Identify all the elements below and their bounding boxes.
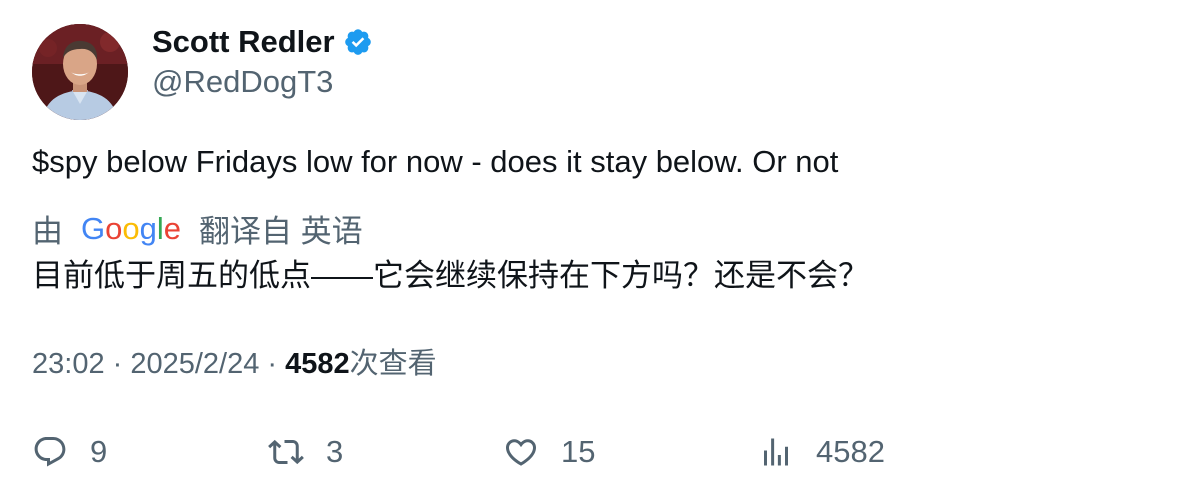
retweet-button[interactable]: 3 — [268, 430, 343, 474]
views-count: 4582 — [285, 348, 350, 380]
meta-separator: · — [104, 348, 131, 380]
like-button[interactable]: 15 — [503, 430, 595, 474]
svg-text:Google: Google — [81, 211, 181, 246]
verified-badge-icon[interactable] — [343, 27, 373, 57]
like-count: 15 — [561, 434, 596, 469]
avatar-photo — [32, 24, 128, 120]
reply-count: 9 — [90, 434, 108, 469]
view-count: 4582 — [816, 434, 885, 469]
translation-prefix: 由 — [32, 213, 63, 249]
views-button[interactable]: 4582 — [758, 430, 885, 474]
author-name[interactable]: Scott Redler — [152, 22, 335, 62]
heart-icon — [505, 439, 537, 466]
tweet-text: $spy below Fridays low for now - does it… — [32, 144, 839, 179]
reply-icon — [34, 437, 66, 467]
author-handle[interactable]: @RedDogT3 — [152, 62, 373, 102]
tweet-date[interactable]: 2025/2/24 — [130, 348, 259, 380]
retweet-icon — [268, 439, 304, 465]
translation-attribution: 由 Google 翻译自 英语 — [32, 206, 363, 250]
retweet-count: 3 — [326, 434, 344, 469]
analytics-icon — [764, 438, 788, 466]
meta-separator: · — [259, 348, 286, 380]
translation-source-label[interactable]: 翻译自 英语 — [199, 206, 363, 251]
tweet-meta: 23:02 · 2025/2/24 · 4582次查看 — [32, 344, 437, 384]
translated-text: 目前低于周五的低点——它会继续保持在下方吗？还是不会？ — [32, 258, 869, 293]
author-avatar[interactable] — [32, 24, 128, 120]
google-logo[interactable]: Google — [81, 208, 181, 248]
reply-button[interactable]: 9 — [32, 430, 107, 474]
name-row: Scott Redler — [152, 22, 373, 62]
author-block: Scott Redler @RedDogT3 — [152, 22, 373, 102]
tweet-time[interactable]: 23:02 — [32, 348, 105, 380]
views-label: 次查看 — [349, 348, 437, 380]
